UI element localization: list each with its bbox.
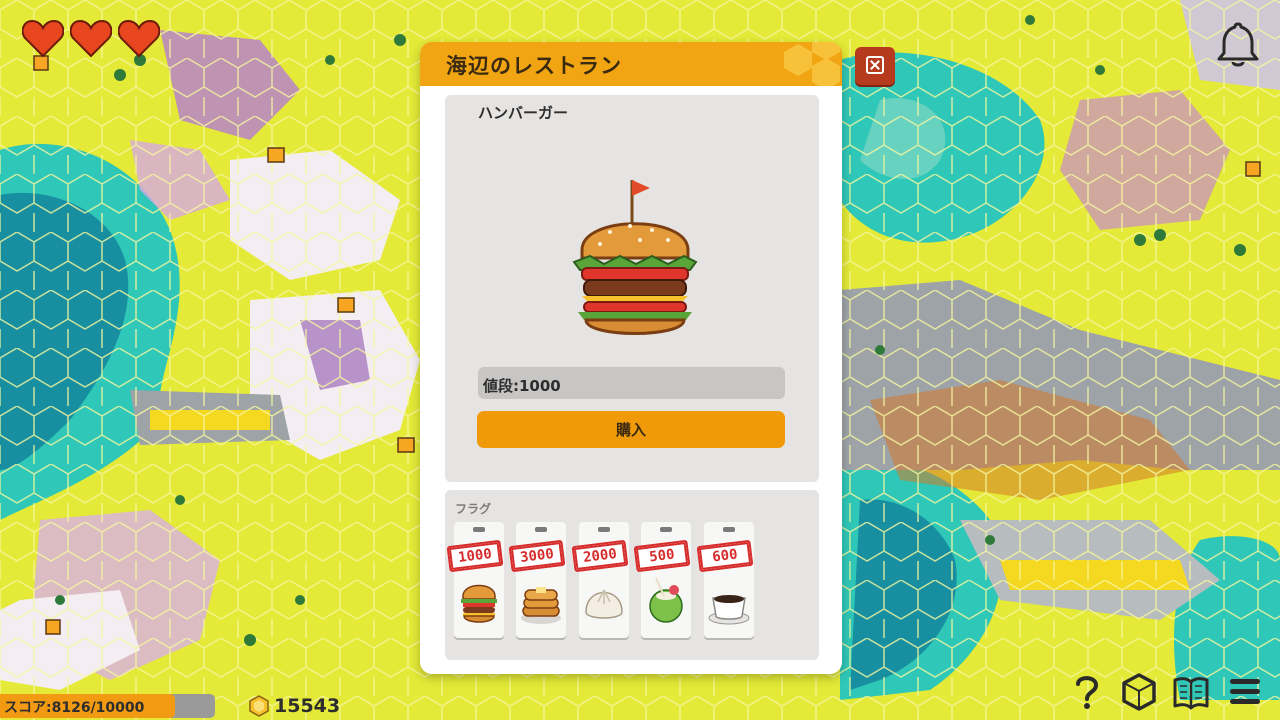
shop-item-card[interactable]: 2000 <box>571 522 629 638</box>
heart-icon <box>118 19 160 58</box>
close-button[interactable] <box>855 47 895 85</box>
close-icon <box>866 56 884 74</box>
shop-item-card[interactable]: 1000 <box>446 522 504 638</box>
help-icon[interactable] <box>1068 672 1106 712</box>
heart-icon <box>22 19 64 58</box>
card-hanger <box>473 527 485 532</box>
hexagon-icon[interactable] <box>1120 672 1158 712</box>
coin-icon <box>249 695 269 717</box>
coffee-icon <box>708 595 750 625</box>
price-tag: 3000 <box>508 539 566 573</box>
card-hanger <box>598 527 610 532</box>
honeycomb-decoration <box>784 42 840 86</box>
price-label: 値段:1000 <box>483 377 561 395</box>
hamburger-icon <box>461 584 497 623</box>
book-icon[interactable] <box>1172 672 1210 712</box>
hamburger-icon <box>572 180 698 335</box>
heart-icon <box>70 19 112 58</box>
price-tag: 2000 <box>571 539 629 573</box>
dialog-title: 海辺のレストラン <box>446 54 622 78</box>
coconut-drink-icon <box>649 577 683 623</box>
menu-icon[interactable] <box>1226 672 1264 712</box>
item-name: ハンバーガー <box>478 104 569 122</box>
dialog-header: 海辺のレストラン <box>420 42 842 86</box>
bell-icon[interactable] <box>1214 20 1262 70</box>
steamed-bun-icon <box>585 589 623 619</box>
flags-label: フラグ <box>455 502 492 516</box>
card-hanger <box>660 527 672 532</box>
card-hanger <box>723 527 735 532</box>
price-tag: 1000 <box>446 539 504 573</box>
price-tag: 600 <box>696 539 754 573</box>
shop-item-card[interactable]: 3000 <box>508 522 566 638</box>
shop-item-card[interactable]: 600 <box>696 522 754 638</box>
price-tag: 500 <box>633 539 691 573</box>
pancake-icon <box>521 587 561 624</box>
coin-count: 15543 <box>274 695 341 717</box>
card-hanger <box>535 527 547 532</box>
buy-button[interactable]: 購入 <box>477 411 785 448</box>
score-label: スコア:8126/10000 <box>4 700 145 716</box>
lives-hearts <box>22 18 160 58</box>
shop-item-card[interactable]: 500 <box>633 522 691 638</box>
